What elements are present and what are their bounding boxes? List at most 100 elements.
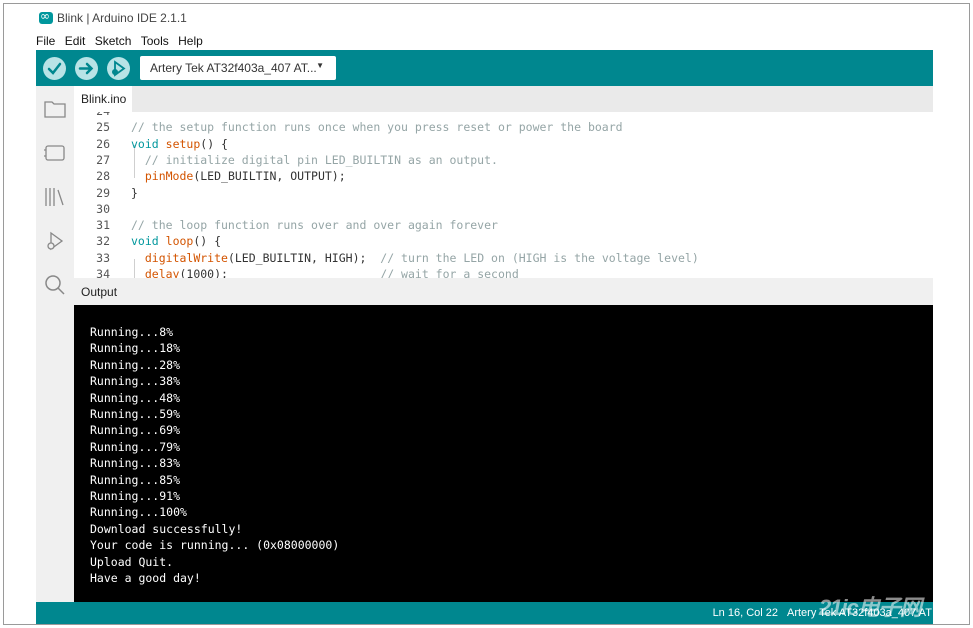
code-line: 32 void loop() {: [74, 234, 933, 250]
console-line: Running...38%: [90, 374, 181, 389]
menu-bar: File Edit Sketch Tools Help: [36, 34, 209, 50]
code-token: () {: [193, 234, 222, 249]
boards-manager-icon[interactable]: [42, 140, 68, 166]
toolbar: Artery Tek AT32f403a_407 AT... ▼: [36, 50, 933, 86]
line-number: 32: [96, 234, 110, 249]
console-line: Running...48%: [90, 390, 181, 405]
code-line: 30: [74, 202, 933, 218]
cursor-position[interactable]: Ln 16, Col 22: [713, 607, 778, 619]
console-line: Upload Quit.: [90, 554, 174, 569]
editor-tabs: Blink.ino: [74, 86, 933, 113]
checkmark-icon: [47, 62, 62, 75]
debug-icon: [112, 60, 126, 77]
output-title: Output: [81, 285, 118, 299]
sketchbook-icon[interactable]: [42, 96, 68, 122]
line-number: 34: [96, 267, 110, 278]
console-line: Running...18%: [90, 341, 181, 356]
code-token: // wait for a second: [380, 267, 519, 278]
verify-button[interactable]: [43, 57, 66, 80]
tab-label: Blink.ino: [81, 92, 127, 106]
line-number: 31: [96, 218, 110, 233]
console-line: Running...83%: [90, 456, 181, 471]
line-number: 28: [96, 169, 110, 184]
menu-tools[interactable]: Tools: [141, 34, 169, 48]
menu-edit[interactable]: Edit: [65, 34, 86, 48]
console-line: Your code is running... (0x08000000): [90, 538, 340, 553]
search-icon[interactable]: [42, 272, 68, 298]
code-line: 25 // the setup function runs once when y…: [74, 120, 933, 136]
code-token: }: [131, 185, 138, 200]
tab-blink-ino[interactable]: Blink.ino: [74, 86, 132, 113]
code-token: setup: [165, 136, 201, 151]
line-number: 33: [96, 250, 110, 265]
console-line: Running...28%: [90, 357, 181, 372]
debug-icon[interactable]: [42, 228, 68, 254]
console-line: Running...59%: [90, 407, 181, 421]
code-token: pinMode: [144, 169, 194, 184]
menu-help[interactable]: Help: [178, 34, 203, 48]
code-text: pinMode(LED_BUILTIN, OUTPUT);: [131, 169, 346, 183]
console-line: Running...85%: [90, 472, 181, 487]
code-line: 33 digitalWrite(LED_BUILTIN, HIGH); // t…: [74, 251, 933, 267]
menu-sketch[interactable]: Sketch: [95, 34, 132, 48]
code-line: 27 // initialize digital pin LED_BUILTIN…: [74, 153, 933, 169]
menu-file[interactable]: File: [36, 34, 55, 48]
output-console[interactable]: Running...8% Running...18% Running...28% Ru…: [74, 305, 933, 602]
console-line: Running...69%: [90, 423, 181, 438]
code-token: (LED_BUILTIN, OUTPUT);: [193, 169, 346, 184]
board-selector[interactable]: Artery Tek AT32f403a_407 AT... ▼: [140, 56, 336, 80]
code-token: void: [131, 136, 159, 151]
console-line: Running...100%: [90, 505, 187, 520]
code-token: void: [131, 234, 159, 249]
code-text: // the setup function runs once when you…: [131, 120, 623, 134]
line-number: 27: [96, 152, 110, 167]
arduino-logo-icon: [39, 9, 53, 24]
title-bar: Blink | Arduino IDE 2.1.1: [4, 4, 969, 34]
console-line: Running...91%: [90, 489, 181, 503]
code-token: loop: [165, 234, 194, 249]
chevron-down-icon: ▼: [316, 61, 324, 70]
code-token: // turn the LED on (HIGH is the voltage …: [380, 250, 699, 265]
code-line: 24: [74, 112, 933, 120]
code-text: void loop() {: [131, 234, 221, 248]
console-line: Running...79%: [90, 439, 181, 454]
line-number: 26: [96, 136, 110, 151]
code-text: void setup() {: [131, 137, 228, 151]
line-number: 24: [74, 112, 110, 118]
code-token: // initialize digital pin LED_BUILTIN as…: [131, 152, 498, 167]
console-line: Download successfully!: [90, 521, 243, 536]
code-token: (1000);: [179, 267, 381, 278]
app-window: Blink | Arduino IDE 2.1.1 File Edit Sket…: [3, 3, 970, 625]
status-bar: Ln 16, Col 22 Artery Tek AT32f403a_407 A…: [36, 602, 933, 624]
library-manager-icon[interactable]: [42, 184, 68, 210]
code-text: // the loop function runs over and over …: [131, 218, 498, 232]
line-number: 29: [96, 185, 110, 200]
code-line: 31 // the loop function runs over and ove…: [74, 218, 933, 234]
code-line: 29}: [74, 186, 933, 202]
code-token: () {: [200, 136, 228, 151]
code-token: // the setup function runs once when you…: [131, 120, 623, 135]
code-line: 28 pinMode(LED_BUILTIN, OUTPUT);: [74, 169, 933, 185]
code-token: // the loop function runs over and over …: [131, 218, 498, 233]
watermark: 21ic电子网: [819, 595, 922, 620]
code-editor[interactable]: 24 25 // the setup function runs once when…: [74, 112, 933, 278]
code-token: delay: [144, 267, 180, 278]
upload-button[interactable]: [75, 57, 98, 80]
debug-button[interactable]: [107, 57, 130, 80]
window-title: Blink | Arduino IDE 2.1.1: [57, 11, 187, 25]
code-text: }: [131, 186, 138, 200]
activity-bar: [36, 86, 74, 602]
code-text: // initialize digital pin LED_BUILTIN as…: [131, 153, 498, 167]
code-token: (LED_BUILTIN, HIGH);: [227, 250, 381, 265]
line-number: 30: [96, 201, 110, 216]
code-text: delay(1000); // wait for a second: [131, 267, 519, 278]
console-line: Running...8%: [90, 325, 174, 339]
console-line: Have a good day!: [90, 571, 201, 585]
code-line: 34 delay(1000); // wait for a second: [74, 267, 933, 278]
code-line: 26 void setup() {: [74, 137, 933, 153]
